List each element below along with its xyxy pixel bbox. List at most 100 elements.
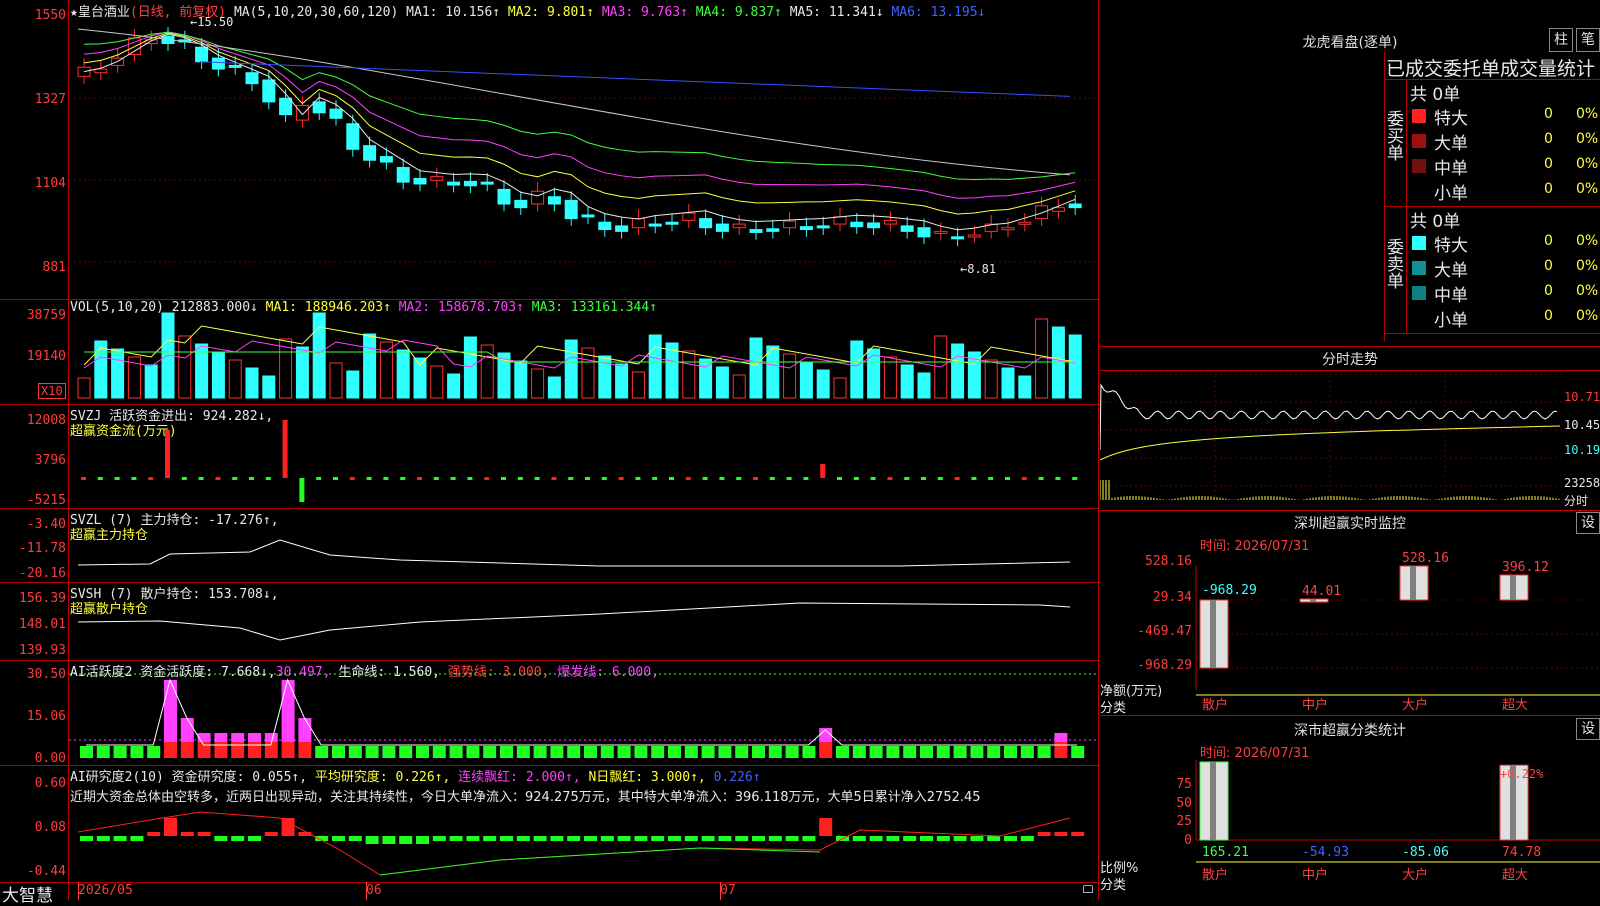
flow-bar [1072, 477, 1078, 480]
ma-line [83, 31, 1076, 180]
sz-class-title: 深市超赢分类统计 [1294, 723, 1406, 739]
candle-body [631, 218, 645, 229]
candle-body [413, 177, 427, 185]
candle-body [598, 221, 612, 231]
research-bar [701, 836, 715, 841]
activity-bar [567, 746, 581, 758]
volume-bar [447, 373, 461, 399]
sz-class-value: -54.93 [1302, 845, 1349, 860]
activity-bar [113, 746, 127, 758]
activity-bar [416, 746, 429, 758]
research-bar [567, 836, 581, 841]
volume-bar [430, 365, 444, 399]
flow-bar [635, 477, 641, 480]
flow-bar [585, 477, 590, 480]
activity-bar [1071, 746, 1085, 758]
candle-body [497, 188, 511, 205]
flow-bar [820, 464, 826, 478]
volume-bar [833, 377, 847, 399]
research-bar [281, 818, 295, 836]
ma6-line [199, 61, 1071, 97]
flow-bar [853, 477, 859, 480]
main-position-line [77, 539, 1071, 567]
intraday-axis-label: 10.45 [1564, 418, 1600, 432]
candle-body [867, 222, 881, 229]
sell-row-percent: 0% [1576, 233, 1599, 249]
sz-class-settings-button[interactable]: 设 [1576, 718, 1600, 740]
flow-bar [1021, 477, 1027, 480]
candle-body [833, 216, 847, 225]
activity-bar [130, 746, 144, 758]
candle-body [615, 225, 629, 232]
candle-body [547, 196, 561, 205]
activity-bar [180, 742, 194, 758]
activity-bar [617, 746, 631, 758]
chart-area[interactable]: 1550 1327 1104 881 ★皇台酒业(日线, 前复权) MA(5,1… [0, 0, 1100, 906]
sz-monitor-axis-label: -469.47 [1137, 624, 1192, 639]
sell-row-label: 中单 [1434, 286, 1468, 306]
candle-body [783, 220, 797, 229]
buy-color-swatch [1412, 109, 1426, 123]
sz-monitor-category: 中户 [1302, 697, 1328, 713]
sz-monitor-axis-label: 29.34 [1153, 590, 1192, 605]
sell-color-swatch [1412, 261, 1426, 275]
activity-bar [1037, 746, 1051, 758]
candle-body [245, 72, 259, 85]
research-bar [264, 832, 278, 836]
volume-bar [867, 348, 881, 399]
candle-body [77, 66, 91, 77]
sell-row-value: 0 [1544, 308, 1553, 324]
activity-bar [483, 746, 497, 758]
candle-body [480, 181, 494, 185]
bar-mode-button[interactable]: 柱 [1549, 28, 1573, 52]
research-bar [147, 832, 161, 836]
tick-mode-button[interactable]: 笔 [1576, 28, 1600, 52]
sz-class-axis-label: 25 [1176, 814, 1192, 829]
activity-bar [701, 746, 715, 758]
buy-side-label: 委买单 [1383, 110, 1403, 161]
candle-body [732, 223, 746, 229]
volume-bar [648, 334, 662, 399]
research-bar [483, 836, 497, 841]
flow-bar [282, 420, 288, 478]
buy-row-label: 特大 [1434, 109, 1468, 129]
sz-monitor-settings-button[interactable]: 设 [1576, 512, 1600, 534]
sz-monitor-value: -968.29 [1202, 583, 1257, 598]
activity-bar [214, 733, 228, 742]
sz-class-x-title: 分类 [1100, 878, 1127, 893]
volume-bar [816, 369, 830, 399]
flow-bar [887, 477, 893, 480]
activity-bar [164, 742, 177, 758]
flow-bar [114, 477, 120, 480]
sz-monitor-value: 396.12 [1502, 560, 1549, 575]
research-bar [768, 836, 782, 841]
order-stats-title: 已成交委托单成交量统计 [1386, 58, 1596, 80]
buy-row-value: 0 [1544, 106, 1553, 122]
candle-body [665, 221, 679, 225]
volume-bar [1018, 375, 1032, 399]
research-bar [903, 836, 917, 841]
flow-bar [988, 477, 994, 480]
sell-row-label: 小单 [1434, 311, 1468, 331]
activity-bar [214, 742, 228, 758]
research-bar [348, 836, 362, 841]
candle-body [262, 79, 276, 103]
flow-bar [753, 477, 758, 480]
candle-body [447, 181, 461, 186]
sell-row-percent: 0% [1576, 308, 1599, 324]
research-bar [852, 836, 866, 841]
volume-bar [363, 333, 377, 399]
volume-bar [262, 375, 276, 399]
candle-body [195, 46, 209, 63]
candle-body [1035, 205, 1049, 220]
activity-bar [96, 746, 110, 758]
activity-bar [1054, 733, 1068, 742]
flow-bar [601, 477, 607, 480]
volume-bar [699, 358, 713, 399]
flow-bar [81, 477, 86, 480]
volume-bar [514, 360, 528, 399]
sz-class-category: 大户 [1402, 867, 1428, 883]
research-bar [718, 836, 732, 841]
research-bar [869, 836, 883, 841]
sz-class-top-label: +0.22% [1500, 767, 1544, 781]
